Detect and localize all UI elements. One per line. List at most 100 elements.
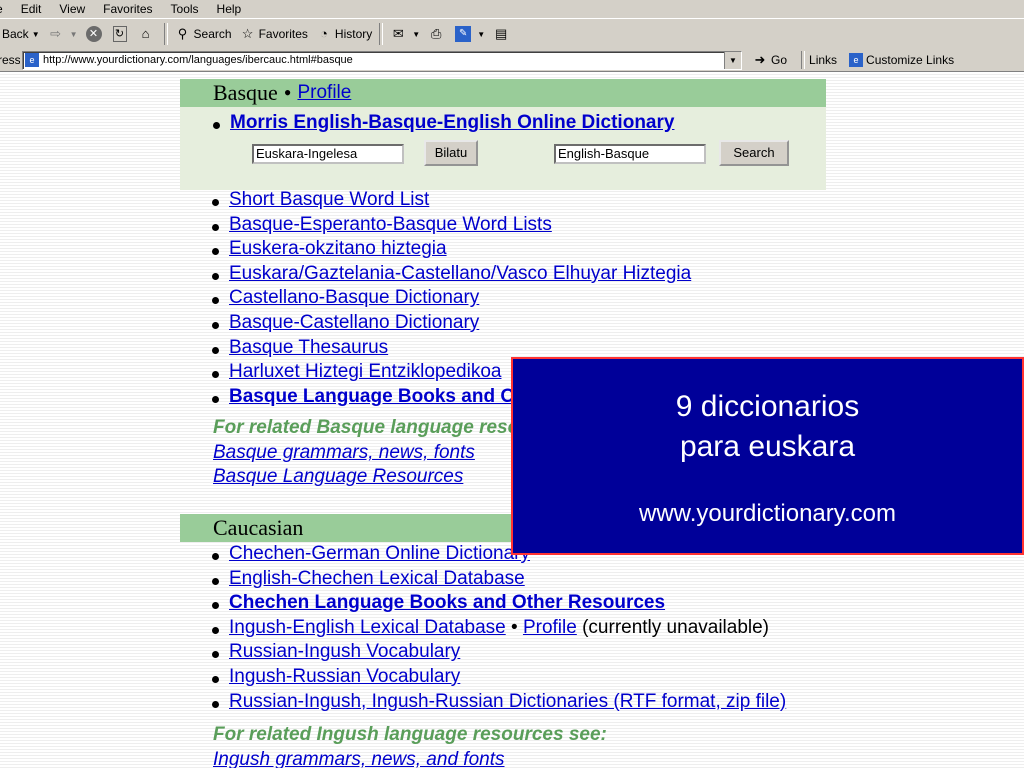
discuss-button[interactable]: ▤ bbox=[489, 22, 516, 46]
ingush-grammars-link[interactable]: Ingush grammars, news, and fonts bbox=[213, 749, 504, 768]
standard-toolbar: Back ▼ ⇨ ▼ ✕ ↻ ⌂ ⚲ Search ☆ Favorites ◔ Histo… bbox=[0, 18, 1024, 50]
mail-button[interactable]: ✉ ▼ bbox=[386, 22, 424, 46]
print-button[interactable]: ⎙ bbox=[424, 22, 451, 46]
callout-line-1: 9 diccionarios bbox=[675, 390, 860, 423]
caucasian-link[interactable]: Ingush-English Lexical Database bbox=[229, 617, 506, 638]
list-item: English-Chechen Lexical Database bbox=[199, 568, 786, 593]
chevron-down-icon[interactable]: ▼ bbox=[412, 30, 420, 39]
back-button[interactable]: Back ▼ bbox=[0, 22, 44, 46]
caucasian-link[interactable]: Chechen-German Online Dictionary bbox=[229, 543, 530, 564]
bullet-icon bbox=[212, 577, 219, 585]
history-button[interactable]: ◔ History bbox=[312, 22, 376, 46]
list-item: Chechen Language Books and Other Resourc… bbox=[199, 592, 786, 617]
unavailable-text: (currently unavailable) bbox=[582, 616, 770, 638]
bullet-icon bbox=[212, 553, 219, 560]
chevron-down-icon[interactable]: ▼ bbox=[477, 30, 485, 39]
basque-link[interactable]: Short Basque Word List bbox=[229, 189, 429, 210]
list-item: Ingush-English Lexical Database • Profil… bbox=[199, 617, 786, 642]
bullet-icon bbox=[212, 297, 219, 305]
arrow-right-icon: ⇨ bbox=[50, 26, 62, 41]
bullet-icon bbox=[212, 199, 219, 206]
basque-link[interactable]: Basque-Esperanto-Basque Word Lists bbox=[229, 214, 552, 235]
home-icon: ⌂ bbox=[141, 26, 150, 41]
menu-favorites[interactable]: Favorites bbox=[94, 2, 161, 16]
bilatu-button[interactable]: Bilatu bbox=[424, 140, 478, 166]
list-item: Russian-Ingush Vocabulary bbox=[199, 641, 786, 666]
basque-link[interactable]: Basque-Castellano Dictionary bbox=[229, 312, 479, 333]
address-url[interactable]: http://www.yourdictionary.com/languages/… bbox=[43, 54, 353, 66]
caucasian-link[interactable]: Ingush-Russian Vocabulary bbox=[229, 666, 460, 687]
basque-link[interactable]: Euskera-okzitano hiztegia bbox=[229, 238, 447, 259]
basque-english-input[interactable]: Euskara-Ingelesa bbox=[252, 144, 404, 164]
bullet-icon bbox=[212, 675, 219, 683]
bullet-icon bbox=[212, 346, 219, 354]
basque-profile-link[interactable]: Profile bbox=[297, 82, 351, 104]
callout-overlay: 9 diccionarios para euskara www.yourdict… bbox=[511, 357, 1024, 555]
section-title: Basque bbox=[213, 80, 278, 105]
favorites-button[interactable]: ☆ Favorites bbox=[236, 22, 312, 46]
section-title: Caucasian bbox=[213, 515, 304, 540]
ingush-profile-link[interactable]: Profile bbox=[523, 617, 577, 638]
basque-link[interactable]: Euskara/Gaztelania-Castellano/Vasco Elhu… bbox=[229, 263, 691, 284]
chevron-down-icon[interactable]: ▼ bbox=[70, 30, 78, 39]
menu-help[interactable]: Help bbox=[208, 2, 251, 16]
toolbar-divider bbox=[801, 51, 806, 69]
bullet-icon bbox=[212, 626, 219, 634]
basque-language-resources-link[interactable]: Basque Language Resources bbox=[213, 466, 463, 488]
caucasian-link[interactable]: English-Chechen Lexical Database bbox=[229, 568, 525, 589]
list-item: Short Basque Word List bbox=[199, 189, 691, 214]
forward-button[interactable]: ⇨ ▼ bbox=[44, 22, 82, 46]
search-dictionary-button[interactable]: Search bbox=[719, 140, 789, 166]
menu-bar: e Edit View Favorites Tools Help bbox=[0, 0, 1024, 18]
bullet-icon bbox=[212, 371, 219, 379]
home-button[interactable]: ⌂ bbox=[134, 22, 161, 46]
search-button[interactable]: ⚲ Search bbox=[171, 22, 236, 46]
bullet-icon bbox=[212, 223, 219, 231]
stop-icon: ✕ bbox=[85, 26, 102, 42]
menu-view[interactable]: View bbox=[50, 2, 94, 16]
basque-link[interactable]: Castellano-Basque Dictionary bbox=[229, 287, 479, 308]
customize-links-button[interactable]: e Customize Links bbox=[849, 53, 954, 67]
history-icon: ◔ bbox=[319, 26, 328, 41]
callout-line-2: para euskara bbox=[679, 430, 856, 463]
bullet-icon bbox=[213, 122, 220, 129]
refresh-button[interactable]: ↻ bbox=[109, 22, 134, 46]
bullet-icon bbox=[212, 651, 219, 659]
morris-list: Morris English-Basque-English Online Dic… bbox=[200, 112, 674, 137]
caucasian-link[interactable]: Russian-Ingush, Ingush-Russian Dictionar… bbox=[229, 691, 786, 712]
english-basque-input[interactable]: English-Basque bbox=[554, 144, 706, 164]
links-label[interactable]: Links bbox=[809, 53, 837, 67]
list-item: Euskera-okzitano hiztegia bbox=[199, 238, 691, 263]
menu-tools[interactable]: Tools bbox=[162, 2, 208, 16]
menu-file[interactable]: e bbox=[0, 2, 12, 16]
bullet-icon bbox=[212, 602, 219, 610]
edit-button[interactable]: ✎ ▼ bbox=[451, 22, 489, 46]
section-header-basque: Basque • Profile bbox=[180, 79, 826, 107]
list-item: Castellano-Basque Dictionary bbox=[199, 287, 691, 312]
menu-edit[interactable]: Edit bbox=[12, 2, 51, 16]
basque-link[interactable]: Basque Thesaurus bbox=[229, 337, 388, 358]
caucasian-link[interactable]: Russian-Ingush Vocabulary bbox=[229, 641, 460, 662]
bullet-icon bbox=[212, 321, 219, 329]
edit-page-icon: ✎ bbox=[455, 26, 472, 42]
list-item: Morris English-Basque-English Online Dic… bbox=[200, 112, 674, 137]
favorites-icon: ☆ bbox=[241, 26, 254, 41]
chechen-books-link[interactable]: Chechen Language Books and Other Resourc… bbox=[229, 592, 665, 613]
address-input[interactable]: e http://www.yourdictionary.com/language… bbox=[22, 50, 742, 70]
address-dropdown[interactable]: ▼ bbox=[724, 51, 741, 69]
caucasian-resource-list: Chechen-German Online Dictionary English… bbox=[199, 543, 786, 715]
basque-link[interactable]: Harluxet Hiztegi Entziklopedikoa bbox=[229, 361, 501, 382]
bullet-icon bbox=[212, 272, 219, 280]
bullet-icon bbox=[212, 395, 219, 403]
toolbar-divider bbox=[379, 23, 384, 45]
list-item: Russian-Ingush, Ingush-Russian Dictionar… bbox=[199, 691, 786, 716]
basque-grammars-link[interactable]: Basque grammars, news, fonts bbox=[213, 442, 475, 464]
toolbar-divider bbox=[163, 23, 168, 45]
chevron-down-icon[interactable]: ▼ bbox=[32, 30, 40, 39]
refresh-icon: ↻ bbox=[112, 26, 127, 42]
callout-url: www.yourdictionary.com bbox=[639, 500, 896, 527]
stop-button[interactable]: ✕ bbox=[82, 22, 109, 46]
morris-dictionary-link[interactable]: Morris English-Basque-English Online Dic… bbox=[230, 112, 674, 133]
go-button[interactable]: ➜ Go bbox=[752, 52, 787, 68]
address-bar: ress e http://www.yourdictionary.com/lan… bbox=[0, 49, 1024, 72]
